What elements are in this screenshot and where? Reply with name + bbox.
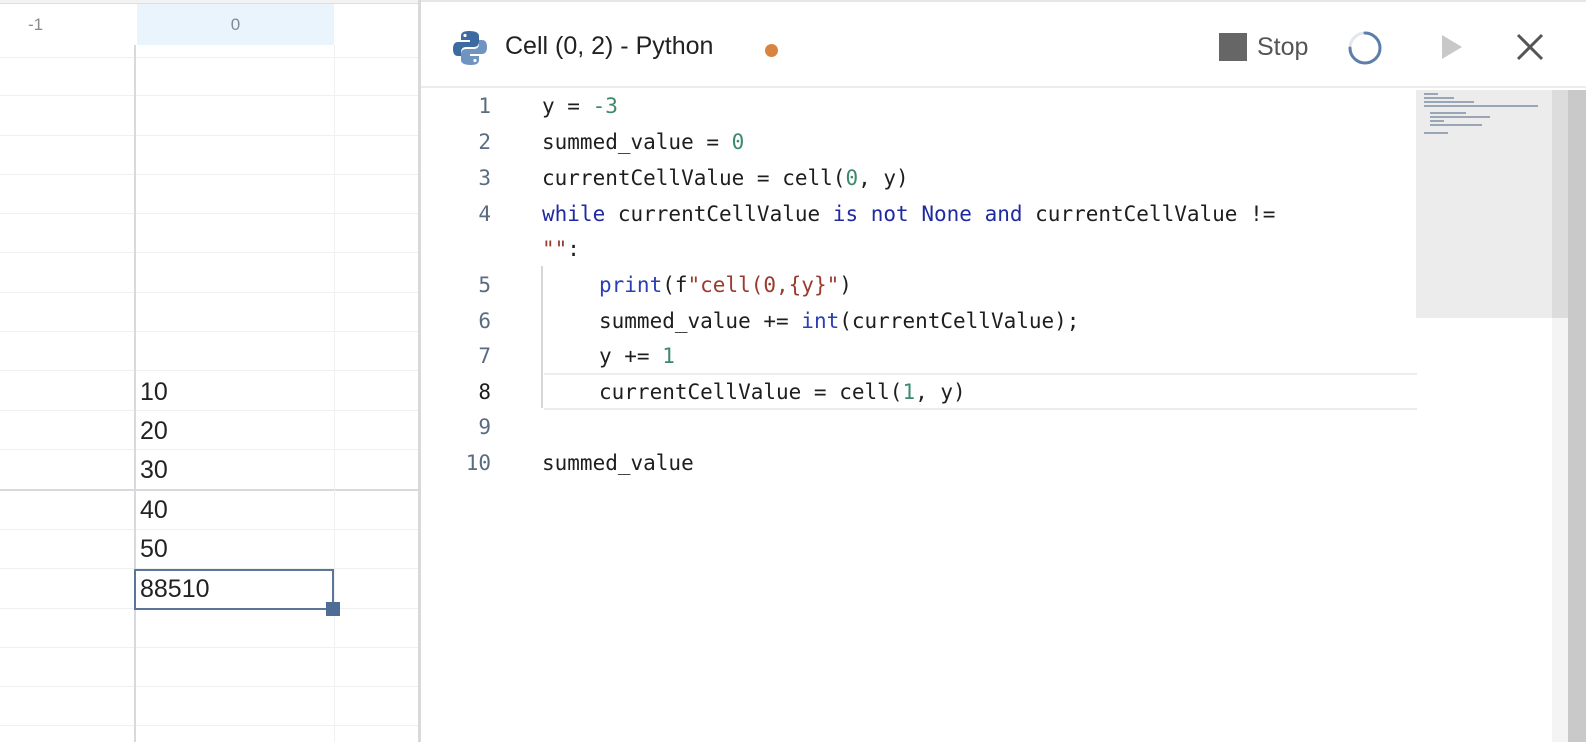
minimap-line xyxy=(1430,120,1444,122)
code-line: summed_value = 0 xyxy=(542,130,745,154)
minimap-line xyxy=(1430,124,1482,126)
row-line xyxy=(0,725,418,726)
column-divider xyxy=(334,45,335,742)
code-line: print(f"cell(0,{y}") xyxy=(599,273,852,297)
minimap-line xyxy=(1424,97,1454,99)
row-line xyxy=(0,213,418,214)
minimap-line xyxy=(1424,93,1438,95)
row-line xyxy=(0,135,418,136)
window-edge xyxy=(1568,90,1586,742)
code-line: y = -3 xyxy=(542,94,618,118)
stop-icon xyxy=(1219,33,1247,61)
row-line xyxy=(0,686,418,687)
python-icon xyxy=(453,31,487,65)
stop-button[interactable]: Stop xyxy=(1219,32,1308,62)
code-line-active: currentCellValue = cell(1, y) xyxy=(599,380,966,404)
code-line: y += 1 xyxy=(599,344,675,368)
minimap-line xyxy=(1424,132,1448,134)
grid-cell[interactable]: 50 xyxy=(140,530,330,568)
row-line xyxy=(0,95,418,96)
fill-handle[interactable] xyxy=(326,602,340,616)
line-number: 3 xyxy=(478,166,491,190)
grid-cell[interactable]: 40 xyxy=(140,491,330,529)
line-number: 1 xyxy=(478,94,491,118)
grid-cell[interactable]: 30 xyxy=(140,451,330,489)
code-minimap[interactable] xyxy=(1416,90,1552,318)
column-divider xyxy=(134,45,136,742)
line-number: 7 xyxy=(478,344,491,368)
play-icon[interactable] xyxy=(1439,32,1465,62)
code-line: "": xyxy=(542,237,580,261)
row-line xyxy=(0,331,418,332)
code-line: while currentCellValue is not None and c… xyxy=(542,202,1276,226)
minimap-line xyxy=(1424,105,1538,107)
row-line xyxy=(0,647,418,648)
minimap-line xyxy=(1430,112,1466,114)
line-number: 5 xyxy=(478,273,491,297)
minimap-line xyxy=(1424,101,1474,103)
stop-label: Stop xyxy=(1257,32,1309,61)
row-line xyxy=(0,252,418,253)
scrollbar-thumb[interactable] xyxy=(1552,90,1568,318)
line-number: 9 xyxy=(478,415,491,439)
column-header-minus-1[interactable]: -1 xyxy=(0,4,136,45)
row-line xyxy=(0,57,418,58)
line-number: 4 xyxy=(478,202,491,226)
unsaved-indicator-icon xyxy=(765,44,778,57)
code-line: summed_value += int(currentCellValue); xyxy=(599,309,1080,333)
code-line: summed_value xyxy=(542,451,694,475)
line-number-active: 8 xyxy=(478,380,491,404)
grid-cell[interactable]: 10 xyxy=(140,373,330,411)
line-number: 6 xyxy=(478,309,491,333)
grid-cell[interactable]: 20 xyxy=(140,412,330,450)
editor-title: Cell (0, 2) - Python xyxy=(505,32,714,60)
line-number: 10 xyxy=(465,451,491,475)
row-line xyxy=(0,292,418,293)
close-icon[interactable] xyxy=(1513,30,1547,64)
code-area[interactable]: 1 2 3 4 5 6 7 8 9 10 y = -3 summed_value… xyxy=(421,90,1417,742)
line-number: 2 xyxy=(478,130,491,154)
code-editor-panel: Cell (0, 2) - Python Stop 1 2 3 4 5 6 7 … xyxy=(421,0,1586,742)
row-line xyxy=(0,370,418,371)
selection-outline xyxy=(134,569,334,610)
indent-guide xyxy=(541,266,543,408)
spreadsheet-grid[interactable]: -1 0 10 20 30 40 50 88510 ) xyxy=(0,0,418,742)
editor-header: Cell (0, 2) - Python Stop xyxy=(421,0,1586,88)
loading-spinner-icon xyxy=(1348,31,1382,65)
code-line: currentCellValue = cell(0, y) xyxy=(542,166,909,190)
column-header-0[interactable]: 0 xyxy=(137,4,334,45)
minimap-line xyxy=(1430,116,1490,118)
row-line xyxy=(0,174,418,175)
